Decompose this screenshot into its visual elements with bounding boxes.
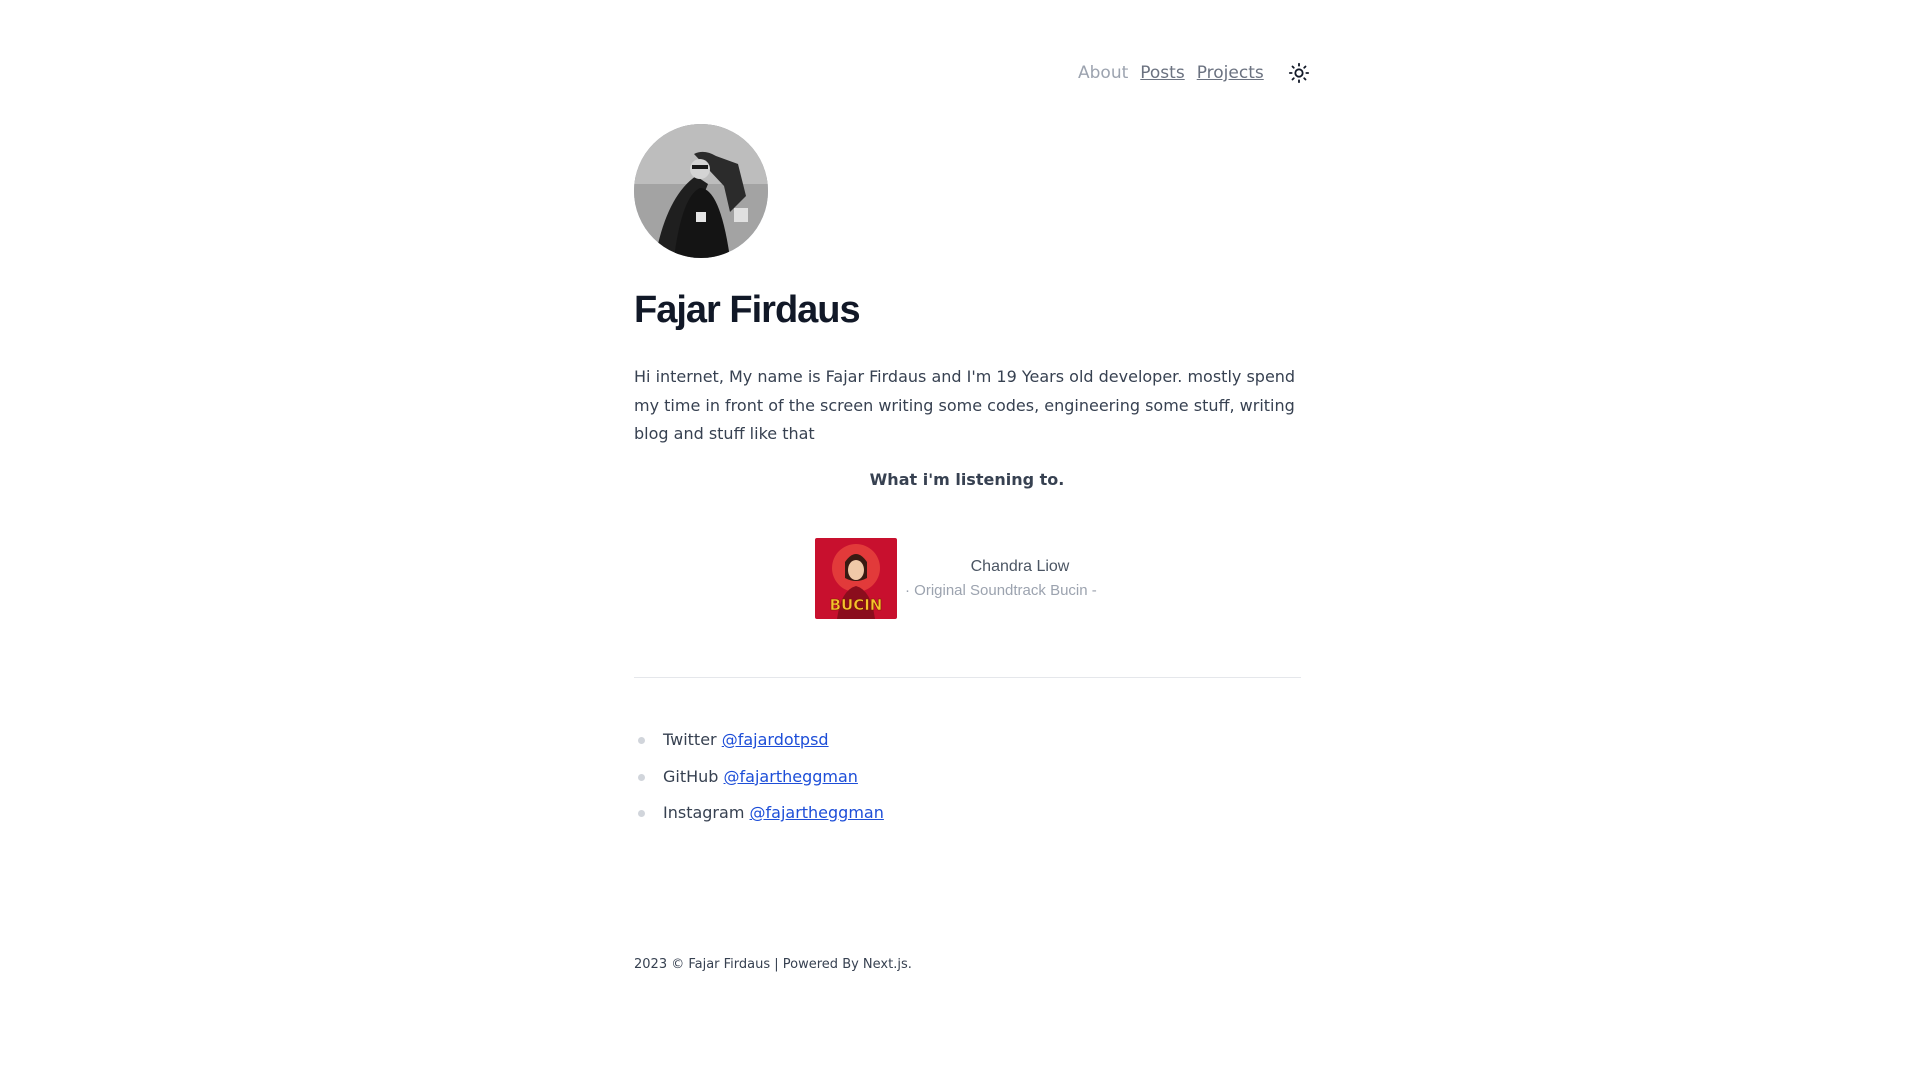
social-platform: Twitter <box>663 730 717 749</box>
avatar-photo <box>634 124 768 258</box>
bullet-icon <box>638 737 645 744</box>
album-title-art: BUCIN <box>830 596 883 614</box>
social-item-github: GitHub @fajartheggman <box>634 765 884 802</box>
bullet-icon <box>638 773 645 781</box>
github-link[interactable]: @fajartheggman <box>724 767 858 786</box>
social-links: Twitter @fajardotpsd GitHub @fajartheggm… <box>634 728 884 838</box>
nav-about[interactable]: About <box>1078 62 1128 84</box>
album-art: BUCIN <box>815 538 897 619</box>
top-nav: About Posts Projects <box>1078 60 1312 86</box>
theme-toggle-button[interactable] <box>1286 60 1312 86</box>
divider <box>634 677 1301 678</box>
sun-icon <box>1288 62 1309 84</box>
social-item-instagram: Instagram @fajartheggman <box>634 801 884 838</box>
track-info: Chandra Liow · Original Soundtrack Bucin… <box>905 558 1115 599</box>
social-item-twitter: Twitter @fajardotpsd <box>634 728 884 765</box>
instagram-link[interactable]: @fajartheggman <box>750 803 884 822</box>
avatar <box>634 124 768 258</box>
social-platform: Instagram <box>663 803 745 822</box>
bio-text: Hi internet, My name is Fajar Firdaus an… <box>634 367 1296 443</box>
twitter-link[interactable]: @fajardotpsd <box>722 730 829 749</box>
album-cover: BUCIN <box>815 538 897 619</box>
nav-posts[interactable]: Posts <box>1140 62 1184 84</box>
page-title: Fajar Firdaus <box>634 289 861 331</box>
nav-projects[interactable]: Projects <box>1197 62 1264 84</box>
footer: 2023 © Fajar Firdaus | Powered By Next.j… <box>634 957 912 972</box>
bullet-icon <box>638 810 645 817</box>
track-title: · Original Soundtrack Bucin - <box>905 582 1097 599</box>
listening-heading: What i'm listening to. <box>869 470 1065 489</box>
now-playing-card[interactable]: BUCIN Chandra Liow · Original Soundtrack… <box>815 538 1115 619</box>
social-platform: GitHub <box>663 766 719 786</box>
track-artist: Chandra Liow <box>970 558 1070 575</box>
